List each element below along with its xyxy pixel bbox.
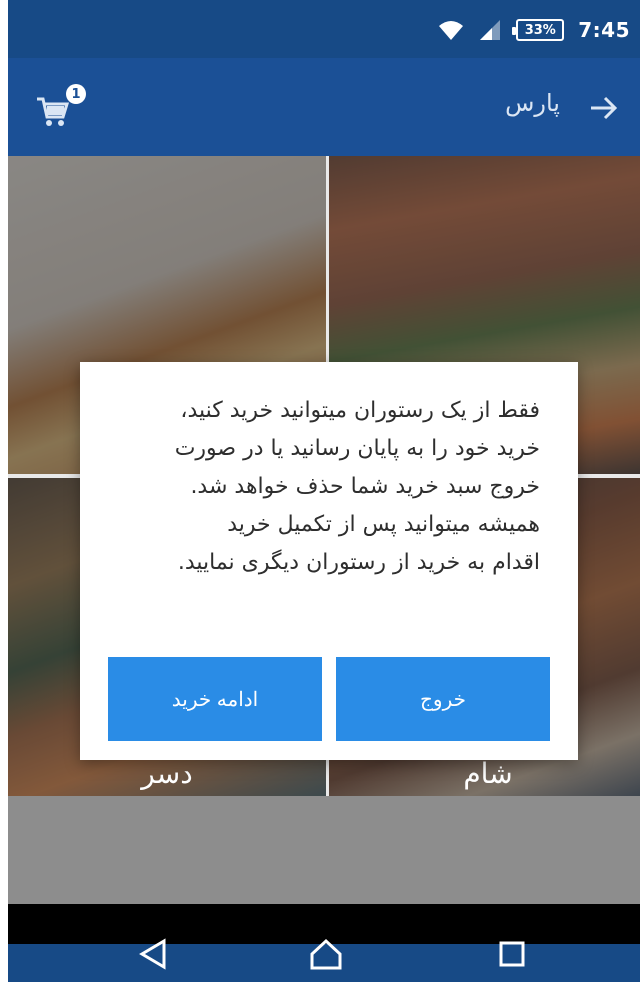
- dialog-message-line: فقط از یک رستوران میتوانید خرید کنید،: [180, 398, 540, 423]
- category-label: شام: [463, 757, 513, 790]
- nav-home-icon[interactable]: [306, 934, 346, 974]
- status-icons: 33% 7:45: [438, 16, 630, 44]
- restaurant-switch-dialog: فقط از یک رستوران میتوانید خرید کنید، خر…: [80, 362, 578, 760]
- dialog-message: فقط از یک رستوران میتوانید خرید کنید، خر…: [110, 392, 540, 582]
- status-bar: 33% 7:45: [8, 0, 640, 58]
- app-bar: 1 پارس: [8, 58, 640, 156]
- cart-button[interactable]: 1: [34, 84, 94, 134]
- nav-recents-icon[interactable]: [492, 934, 532, 974]
- page-title: پارس: [505, 89, 560, 117]
- signal-icon: [478, 19, 502, 41]
- battery-icon: 33%: [512, 19, 565, 41]
- battery-level: 33%: [524, 22, 556, 38]
- navigation-bar: [8, 904, 640, 982]
- dialog-message-line: همیشه میتوانید پس از تکمیل خرید: [227, 512, 540, 537]
- clock: 7:45: [578, 18, 630, 42]
- nav-back-icon[interactable]: [133, 934, 173, 974]
- dialog-message-line: اقدام به خرید از رستوران دیگری نمایید.: [177, 550, 540, 575]
- back-arrow-icon[interactable]: [588, 93, 618, 123]
- dialog-message-line: خرید خود را به پایان رسانید یا در صورت: [174, 436, 540, 461]
- exit-button[interactable]: خروج: [336, 657, 550, 741]
- continue-shopping-button[interactable]: ادامه خرید: [108, 657, 322, 741]
- wifi-icon: [438, 19, 464, 41]
- modal-backdrop: [8, 796, 640, 904]
- cart-icon: [34, 94, 70, 134]
- category-label: دسر: [141, 757, 193, 790]
- dialog-message-line: خروج سبد خرید شما حذف خواهد شد.: [190, 474, 540, 499]
- cart-count-badge: 1: [66, 84, 86, 104]
- phone-screen: 33% 7:45 1 پارس دسر شام فقط از یک رستورا…: [8, 0, 640, 982]
